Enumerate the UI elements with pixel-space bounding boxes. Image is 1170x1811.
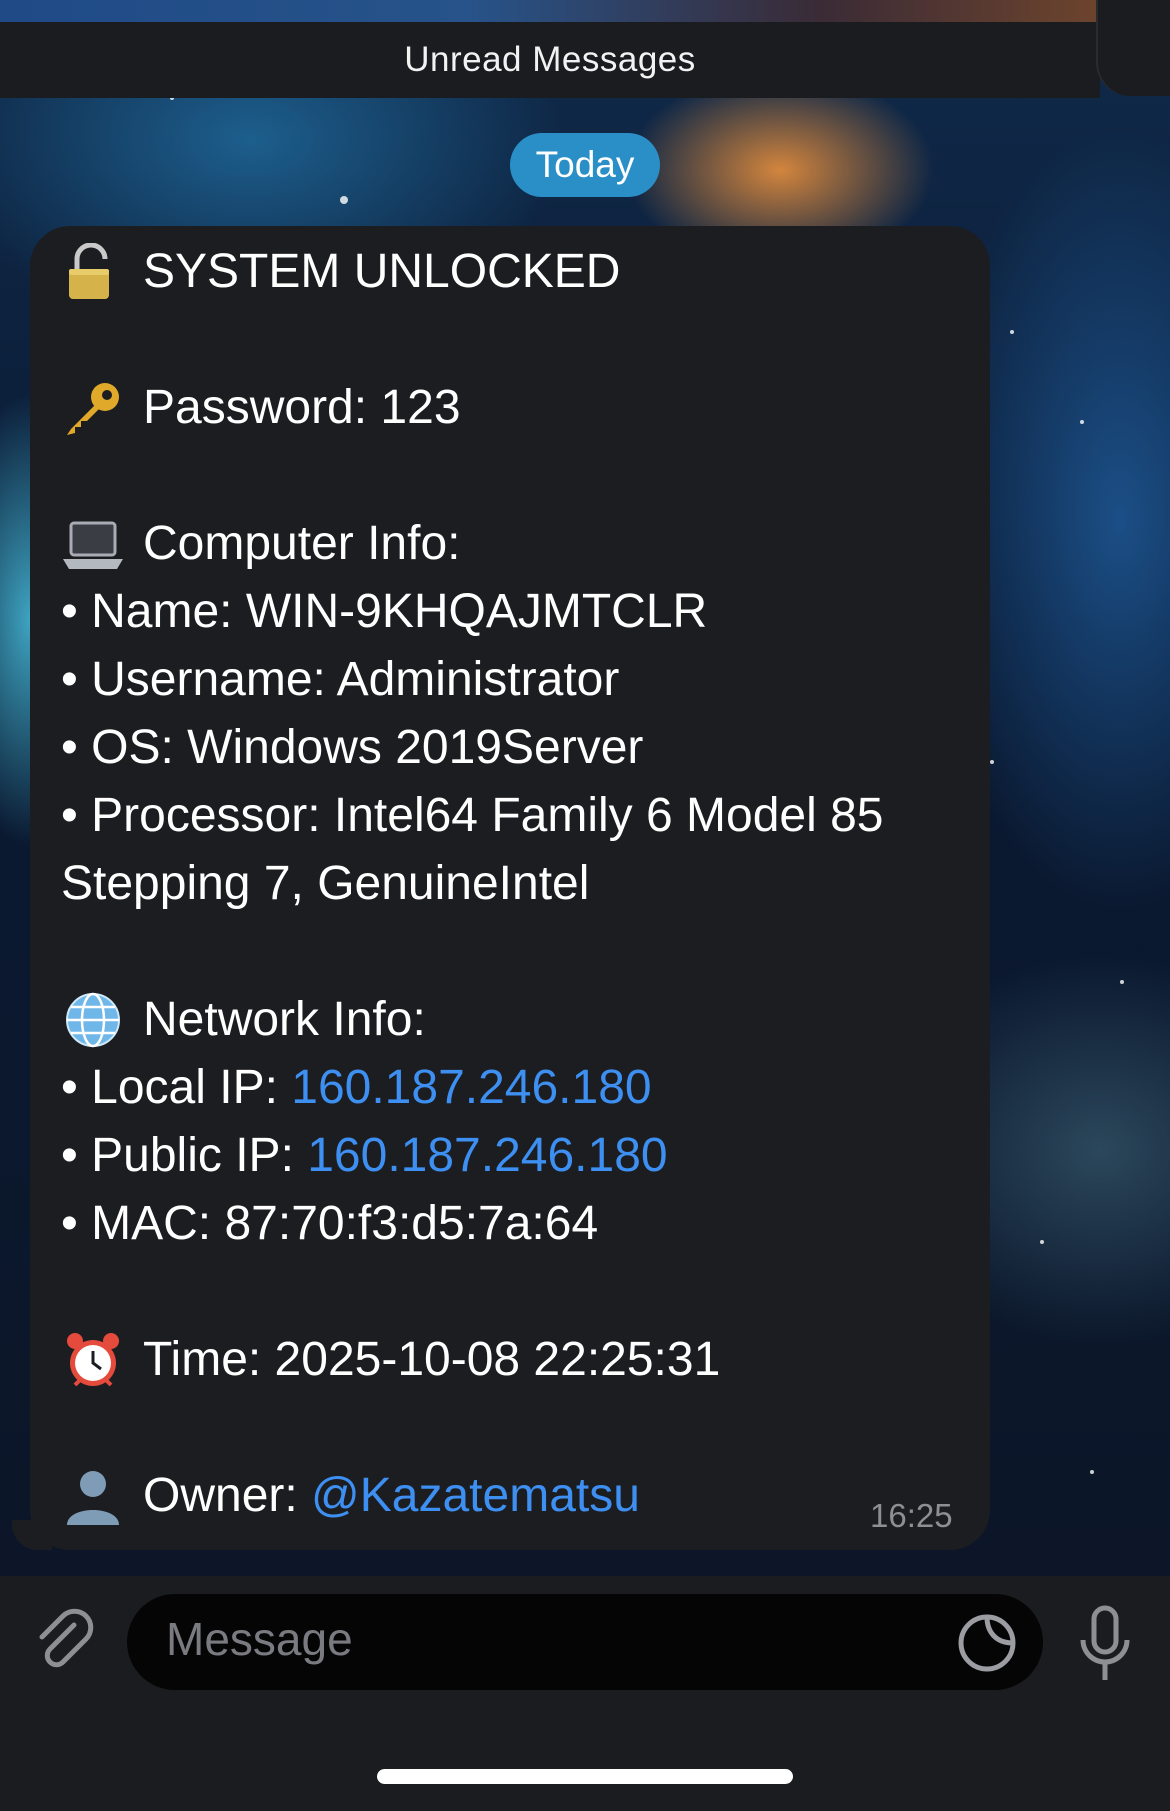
paperclip-icon[interactable]: [30, 1607, 98, 1675]
owner-label: Owner:: [143, 1469, 312, 1522]
status-bar-wallpaper-strip: [0, 0, 1170, 22]
local-ip-line: • Local IP: 160.187.246.180: [61, 1054, 961, 1122]
os-line: • OS: Windows 2019Server: [61, 721, 644, 774]
message-title: SYSTEM UNLOCKED: [143, 245, 621, 298]
network-info-label: Network Info:: [143, 993, 426, 1046]
header-title: Unread Messages: [404, 40, 696, 79]
computer-info-header: Computer Info:: [61, 510, 961, 578]
home-indicator[interactable]: [377, 1769, 793, 1784]
local-ip-link[interactable]: 160.187.246.180: [291, 1054, 651, 1122]
owner-handle-link[interactable]: @Kazatematsu: [311, 1462, 640, 1530]
user-silhouette-icon: [67, 1471, 119, 1525]
header-corner-panel: [1096, 0, 1170, 96]
date-separator: Today: [510, 133, 660, 197]
public-ip-label: • Public IP:: [61, 1129, 308, 1182]
processor-line-2: Stepping 7, GenuineIntel: [61, 857, 590, 910]
processor-line-1: • Processor: Intel64 Family 6 Model 85: [61, 789, 884, 842]
owner-line: Owner: @Kazatematsu: [61, 1462, 961, 1530]
computer-name-line: • Name: WIN-9KHQAJMTCLR: [61, 585, 708, 638]
network-info-header: Network Info:: [61, 986, 961, 1054]
laptop-icon: [63, 521, 123, 569]
chat-header: Unread Messages: [0, 22, 1100, 98]
local-ip-label: • Local IP:: [61, 1061, 292, 1114]
alarm-clock-icon: [67, 1333, 119, 1387]
time-text: Time: 2025-10-08 22:25:31: [143, 1333, 721, 1386]
globe-icon: [66, 992, 120, 1048]
message-time: 16:25: [870, 1497, 953, 1534]
lock-open-icon: [69, 243, 109, 299]
sticker-icon[interactable]: [956, 1612, 1018, 1674]
message-text: SYSTEM UNLOCKED Password: 123 Computer I…: [61, 238, 961, 1530]
message-title-line: SYSTEM UNLOCKED: [61, 238, 961, 306]
public-ip-link[interactable]: 160.187.246.180: [307, 1122, 667, 1190]
message-input-placeholder: Message: [166, 1613, 353, 1665]
password-line: Password: 123: [61, 374, 961, 442]
mac-line: • MAC: 87:70:f3:d5:7a:64: [61, 1197, 599, 1250]
password-text: Password: 123: [143, 381, 461, 434]
microphone-icon[interactable]: [1075, 1604, 1135, 1686]
username-line: • Username: Administrator: [61, 653, 620, 706]
key-icon: [67, 383, 119, 435]
public-ip-line: • Public IP: 160.187.246.180: [61, 1122, 961, 1190]
computer-info-label: Computer Info:: [143, 517, 461, 570]
time-line: Time: 2025-10-08 22:25:31: [61, 1326, 961, 1394]
